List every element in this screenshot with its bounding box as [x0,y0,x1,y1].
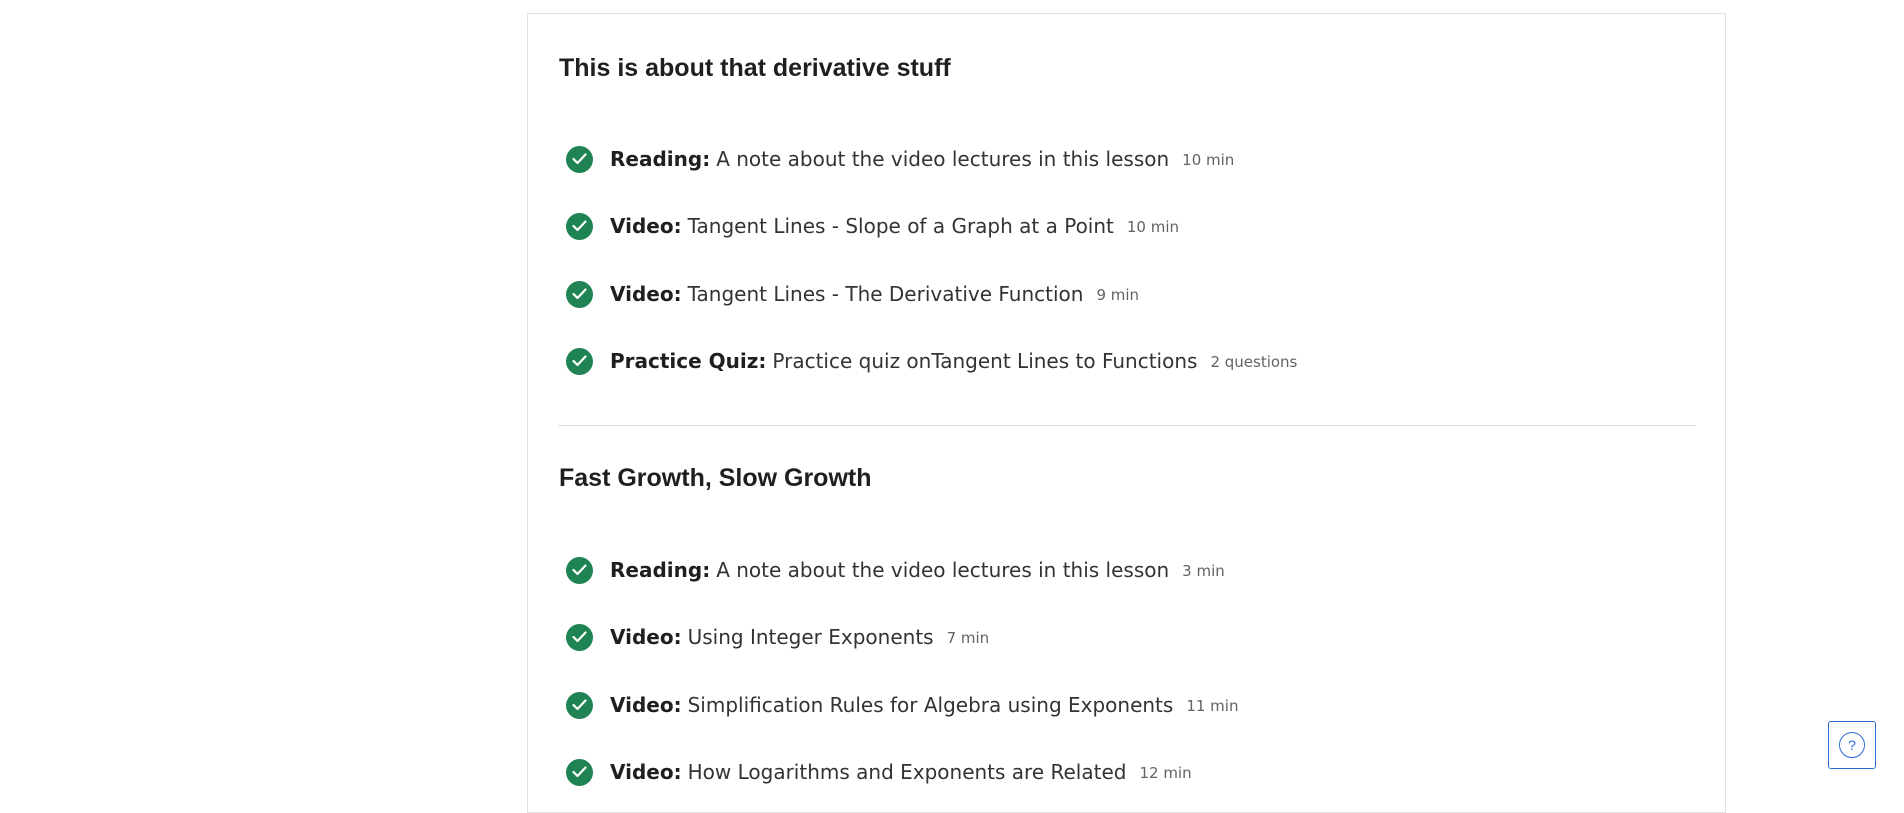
lesson-item[interactable]: Video: Simplification Rules for Algebra … [566,690,1238,720]
item-title[interactable]: Tangent Lines - The Derivative Function [688,282,1084,306]
item-duration: 10 min [1182,151,1235,169]
lesson-item[interactable]: Video: How Logarithms and Exponents are … [566,757,1192,787]
check-circle-icon [566,145,593,173]
item-title[interactable]: A note about the video lectures in this … [716,558,1169,582]
lesson-item[interactable]: Reading: A note about the video lectures… [566,144,1234,174]
item-type: Reading: [610,147,711,171]
item-duration: 9 min [1096,286,1140,304]
lesson-item[interactable]: Video: Tangent Lines - Slope of a Graph … [566,211,1179,241]
item-duration: 7 min [946,629,990,647]
item-type: Video: [610,282,682,306]
item-title[interactable]: A note about the video lectures in this … [716,147,1169,171]
item-title[interactable]: Tangent Lines - Slope of a Graph at a Po… [688,214,1114,238]
item-type: Video: [610,693,682,717]
lesson-item[interactable]: Video: Using Integer Exponents 7 min [566,622,989,652]
section-divider [558,425,1696,426]
item-duration: 10 min [1126,218,1180,236]
item-duration: 12 min [1139,764,1192,782]
check-circle-icon [566,758,593,786]
lesson-item[interactable]: Video: Tangent Lines - The Derivative Fu… [566,279,1139,309]
section-title: This is about that derivative stuff [559,54,951,82]
check-circle-icon [566,556,593,584]
help-button[interactable]: ? [1828,721,1876,769]
check-circle-icon [566,623,593,651]
item-title[interactable]: How Logarithms and Exponents are Related [688,760,1127,784]
question-circle-icon: ? [1839,732,1865,758]
check-circle-icon [566,347,593,375]
item-type: Video: [610,625,682,649]
lesson-item[interactable]: Practice Quiz: Practice quiz onTangent L… [566,346,1297,376]
item-title[interactable]: Simplification Rules for Algebra using E… [688,693,1174,717]
item-type: Video: [610,214,682,238]
item-type: Reading: [610,558,711,582]
check-circle-icon [566,280,593,308]
check-circle-icon [566,691,593,719]
item-title[interactable]: Practice quiz onTangent Lines to Functio… [772,349,1197,373]
section-title: Fast Growth, Slow Growth [559,464,872,492]
item-question-count: 2 questions [1210,353,1298,371]
item-duration: 3 min [1182,562,1225,580]
lesson-card: This is about that derivative stuff Read… [527,13,1726,813]
check-circle-icon [566,212,593,240]
item-title[interactable]: Using Integer Exponents [688,625,934,649]
item-type: Video: [610,760,682,784]
lesson-item[interactable]: Reading: A note about the video lectures… [566,555,1225,585]
item-duration: 11 min [1186,697,1239,715]
item-type: Practice Quiz: [610,349,767,373]
